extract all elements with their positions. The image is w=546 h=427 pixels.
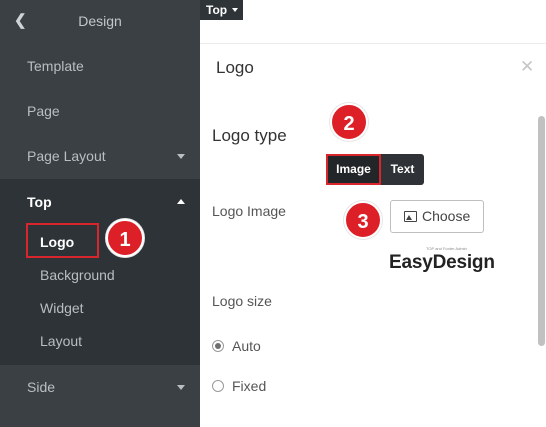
sidebar-section-top: Top Logo Background Widget Layout: [0, 179, 200, 365]
sidebar-subitem-background[interactable]: Background: [40, 267, 115, 283]
logo-preview-tagline: TOP and Footer Admin: [426, 246, 467, 251]
sidebar-subitem-widget[interactable]: Widget: [40, 300, 84, 316]
annotation-badge-2: 2: [330, 103, 368, 141]
logo-size-label: Logo size: [212, 293, 272, 309]
logo-type-image-button[interactable]: Image: [326, 154, 381, 185]
sidebar-item-label: Template: [27, 58, 84, 74]
sidebar-header: ❮ Design: [0, 0, 200, 44]
sidebar-item-top[interactable]: Top: [27, 194, 52, 210]
top-tab-label: Top: [206, 3, 228, 17]
sidebar: ❮ Design Template Page Page Layout Top L…: [0, 0, 200, 427]
sidebar-item-label: Side: [27, 379, 56, 395]
image-icon: [404, 211, 417, 222]
sidebar-subitem-logo[interactable]: Logo: [40, 234, 74, 250]
panel-scrollbar[interactable]: [538, 116, 545, 346]
sidebar-item-label: Page Layout: [27, 148, 106, 164]
sidebar-item-side[interactable]: Side: [0, 365, 200, 410]
logo-size-fixed-radio[interactable]: [212, 380, 224, 392]
divider: [200, 43, 546, 44]
annotation-badge-3: 3: [344, 201, 382, 239]
annotation-badge-1: 1: [106, 219, 144, 257]
sidebar-item-page-layout[interactable]: Page Layout: [0, 134, 200, 179]
logo-type-label: Logo type: [212, 126, 287, 145]
logo-preview: EasyDesign: [389, 252, 495, 273]
panel-title: Logo: [216, 58, 254, 77]
chevron-down-icon: [177, 154, 185, 159]
sidebar-item-label: Page: [27, 103, 60, 119]
sidebar-title: Design: [78, 13, 122, 29]
chevron-down-icon: [177, 385, 185, 390]
choose-image-button[interactable]: Choose: [390, 200, 484, 233]
logo-image-label: Logo Image: [212, 203, 286, 219]
logo-size-auto-radio[interactable]: [212, 340, 224, 352]
sidebar-item-template[interactable]: Template: [0, 44, 200, 89]
logo-type-text-button[interactable]: Text: [381, 154, 424, 185]
logo-size-fixed-label[interactable]: Fixed: [232, 378, 266, 394]
chevron-up-icon[interactable]: [177, 199, 185, 204]
choose-label: Choose: [422, 208, 471, 224]
top-section-tab[interactable]: Top: [200, 0, 243, 20]
caret-down-icon: [232, 8, 238, 12]
close-icon[interactable]: ✕: [520, 57, 534, 77]
logo-size-auto-label[interactable]: Auto: [232, 338, 261, 354]
sidebar-item-page[interactable]: Page: [0, 89, 200, 134]
sidebar-subitem-layout[interactable]: Layout: [40, 333, 82, 349]
